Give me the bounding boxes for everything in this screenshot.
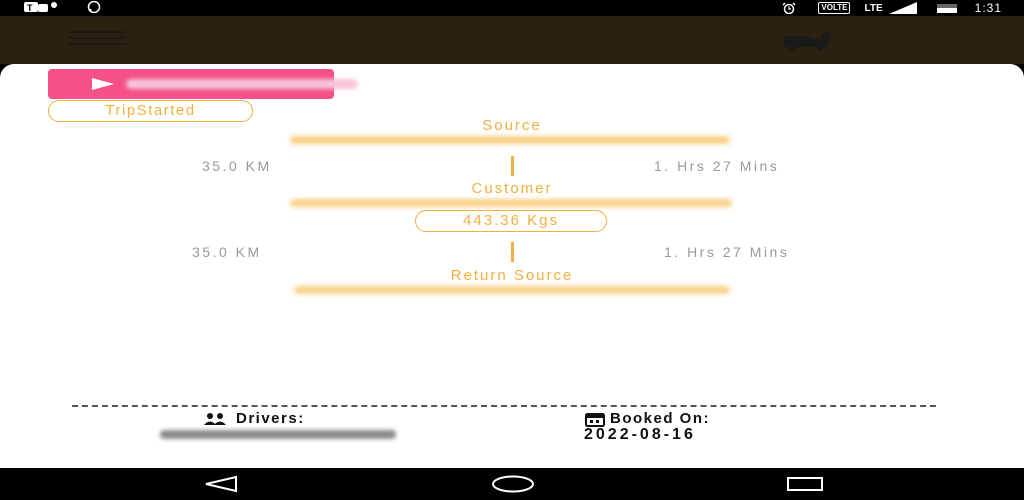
play-icon [92,78,114,90]
start-trip-button[interactable] [48,69,358,99]
redacted-button-label [126,79,358,89]
redacted-customer-address [290,199,732,207]
recents-icon[interactable] [786,474,826,494]
drivers-label: Drivers: [236,410,305,427]
booked-date: 2022-08-16 [584,426,696,443]
divider [72,405,936,407]
leg1-distance: 35.0 KM [202,158,272,174]
hamburger-icon[interactable] [68,31,126,49]
leg2-duration: 1. Hrs 27 Mins [664,244,790,260]
booked-heading: Booked On: [584,410,710,427]
leg1-duration: 1. Hrs 27 Mins [654,158,780,174]
volte-badge: VOLTE [818,2,851,14]
return-source-label: Return Source [450,267,574,284]
alarm-icon [782,2,796,14]
lte-signal-icon: LTE [864,2,918,14]
customer-label: Customer [471,180,553,197]
route-divider [511,156,514,176]
leg2-distance: 35.0 KM [192,244,262,260]
people-icon [204,412,226,425]
whatsapp-icon [87,1,101,13]
trip-details-sheet: TripStarted Source 35.0 KM 1. Hrs 27 Min… [0,64,1024,468]
weight-badge: 443.36 Kgs [415,210,607,232]
app-bar [0,16,1024,64]
page-title [280,30,640,46]
home-icon[interactable] [490,474,536,494]
battery-icon [936,4,957,13]
teams-icon: T [24,2,57,13]
clock-time: 1:31 [974,1,1002,15]
calendar-icon [585,412,605,427]
back-icon[interactable] [200,474,240,494]
redacted-driver-name [160,430,396,439]
status-bar: T VOLTE LTE 1:31 [0,0,1024,16]
system-nav-bar [0,468,1024,500]
network-label: LTE [864,3,883,14]
redacted-return-address [294,286,730,294]
svg-text:T: T [27,3,33,13]
drivers-heading: Drivers: [202,410,305,427]
truck-icon[interactable] [782,30,838,52]
booked-label: Booked On: [610,410,710,427]
source-label: Source [482,117,542,134]
route-divider [511,242,514,262]
redacted-source-address [290,136,730,144]
